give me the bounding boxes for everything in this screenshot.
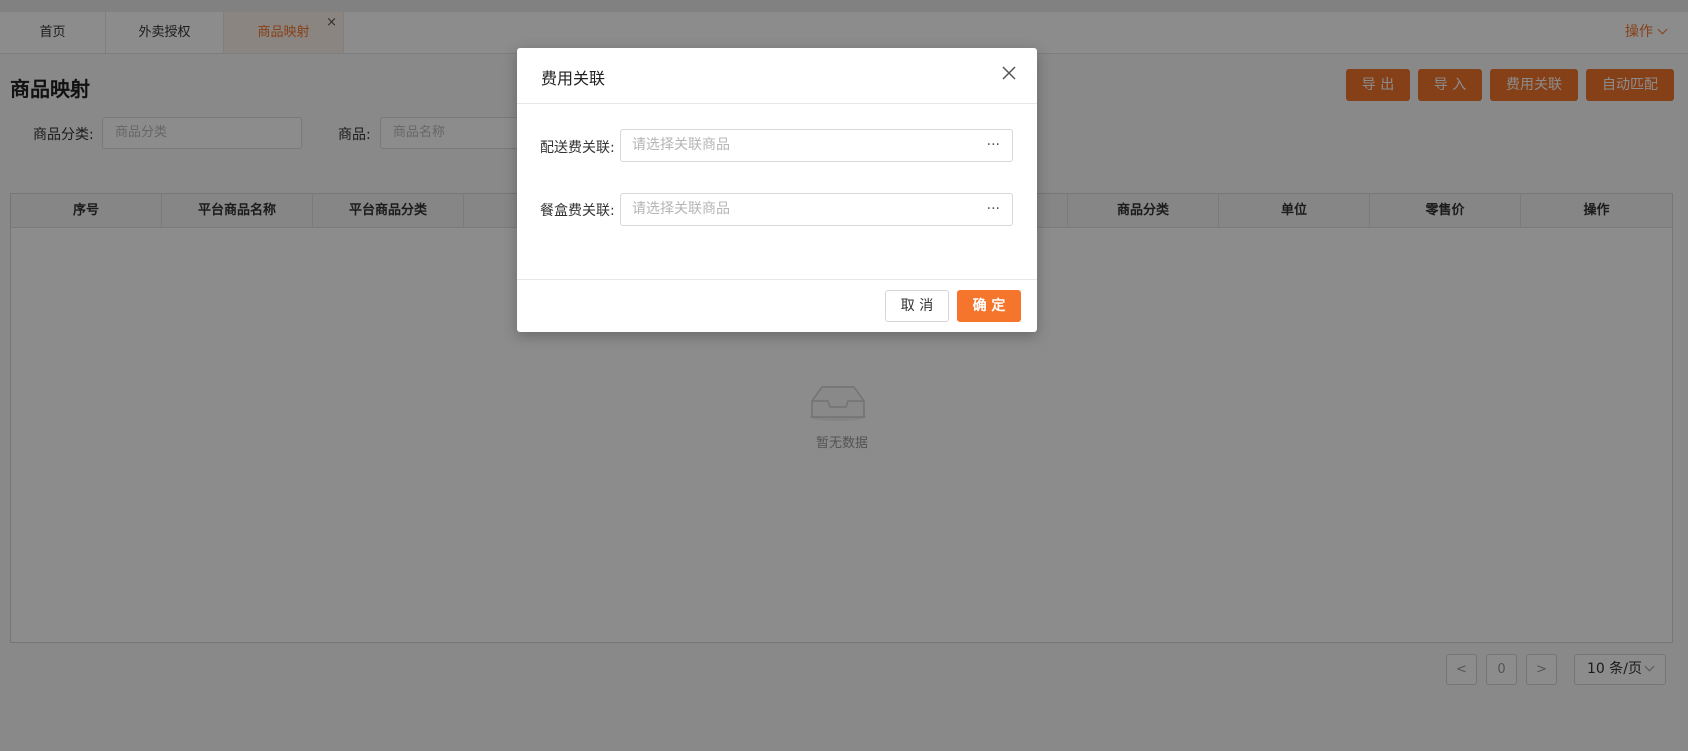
dialog-header: 费用关联	[517, 48, 1037, 104]
box-fee-placeholder: 请选择关联商品	[632, 201, 730, 217]
box-fee-label: 餐盒费关联:	[540, 203, 615, 219]
more-icon[interactable]: ···	[987, 130, 1000, 161]
dialog-footer: 取 消 确 定	[517, 279, 1037, 333]
cancel-button[interactable]: 取 消	[885, 290, 949, 322]
page: 首页 外卖授权 商品映射 × 操作 商品映射 导 出 导 入 费用关联 自动匹配…	[0, 0, 1688, 751]
confirm-button[interactable]: 确 定	[957, 290, 1021, 322]
delivery-fee-select[interactable]: 请选择关联商品 ···	[620, 129, 1013, 162]
delivery-fee-label: 配送费关联:	[540, 140, 615, 156]
delivery-fee-placeholder: 请选择关联商品	[632, 137, 730, 153]
more-icon[interactable]: ···	[987, 194, 1000, 225]
close-icon[interactable]	[1001, 65, 1017, 81]
dialog-title: 费用关联	[541, 69, 606, 88]
box-fee-select[interactable]: 请选择关联商品 ···	[620, 193, 1013, 226]
fee-link-dialog: 费用关联 配送费关联: 请选择关联商品 ··· 餐盒费关联: 请选择关联商品 ·…	[517, 48, 1037, 332]
